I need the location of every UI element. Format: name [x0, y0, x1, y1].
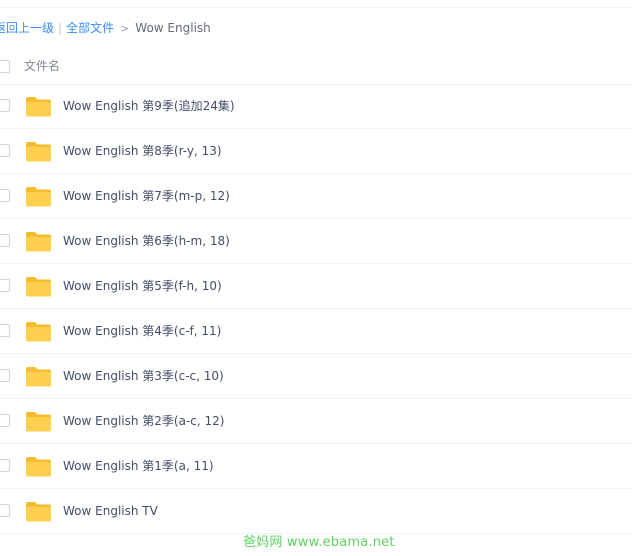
file-name[interactable]: Wow English 第9季(追加24集): [63, 98, 235, 114]
file-name[interactable]: Wow English 第1季(a, 11): [63, 458, 214, 474]
folder-icon: [26, 142, 51, 162]
folder-icon: [26, 412, 51, 432]
folder-icon: [26, 232, 51, 252]
file-name[interactable]: Wow English 第2季(a-c, 12): [63, 413, 224, 429]
row-checkbox[interactable]: [0, 369, 10, 382]
file-row[interactable]: Wow English 第7季(m-p, 12): [0, 174, 632, 219]
folder-icon: [26, 277, 51, 297]
file-row[interactable]: Wow English 第2季(a-c, 12): [0, 399, 632, 444]
file-row[interactable]: Wow English 第3季(c-c, 10): [0, 354, 632, 399]
file-name[interactable]: Wow English 第8季(r-y, 13): [63, 143, 222, 159]
file-name[interactable]: Wow English 第6季(h-m, 18): [63, 233, 230, 249]
select-all-checkbox[interactable]: [0, 60, 10, 73]
file-row[interactable]: Wow English 第5季(f-h, 10): [0, 264, 632, 309]
name-column-header[interactable]: 文件名: [24, 58, 60, 74]
file-name[interactable]: Wow English 第3季(c-c, 10): [63, 368, 224, 384]
file-row[interactable]: Wow English 第9季(追加24集): [0, 84, 632, 129]
breadcrumb-current: Wow English: [135, 21, 211, 35]
row-checkbox[interactable]: [0, 459, 10, 472]
file-name[interactable]: Wow English 第7季(m-p, 12): [63, 188, 230, 204]
row-checkbox[interactable]: [0, 234, 10, 247]
all-files-link[interactable]: 全部文件: [66, 21, 114, 35]
file-browser: 返回上一级 | 全部文件 > Wow English 文件名 Wow English 第…: [0, 0, 632, 556]
file-row[interactable]: Wow English TV: [0, 489, 632, 534]
file-row[interactable]: Wow English 第8季(r-y, 13): [0, 129, 632, 174]
file-row[interactable]: Wow English 第1季(a, 11): [0, 444, 632, 489]
folder-icon: [26, 187, 51, 207]
row-checkbox[interactable]: [0, 414, 10, 427]
breadcrumb-arrow: >: [120, 22, 130, 35]
file-name[interactable]: Wow English 第5季(f-h, 10): [63, 278, 222, 294]
row-checkbox[interactable]: [0, 504, 10, 517]
folder-icon: [26, 97, 51, 117]
breadcrumb: 返回上一级 | 全部文件 > Wow English: [0, 20, 211, 36]
breadcrumb-separator: |: [58, 21, 63, 35]
row-checkbox[interactable]: [0, 144, 10, 157]
folder-icon: [26, 457, 51, 477]
folder-icon: [26, 322, 51, 342]
row-checkbox[interactable]: [0, 324, 10, 337]
folder-icon: [26, 367, 51, 387]
file-name[interactable]: Wow English TV: [63, 503, 158, 519]
row-checkbox[interactable]: [0, 189, 10, 202]
row-checkbox[interactable]: [0, 99, 10, 112]
file-list: Wow English 第9季(追加24集) Wow English 第8季(r…: [0, 84, 632, 534]
file-name[interactable]: Wow English 第4季(c-f, 11): [63, 323, 221, 339]
file-row[interactable]: Wow English 第4季(c-f, 11): [0, 309, 632, 354]
list-header: 文件名: [0, 48, 632, 85]
file-row[interactable]: Wow English 第6季(h-m, 18): [0, 219, 632, 264]
folder-icon: [26, 502, 51, 522]
back-link[interactable]: 返回上一级: [0, 21, 54, 35]
watermark: 爸妈网 www.ebama.net: [243, 535, 395, 550]
top-divider: [0, 7, 632, 8]
row-checkbox[interactable]: [0, 279, 10, 292]
